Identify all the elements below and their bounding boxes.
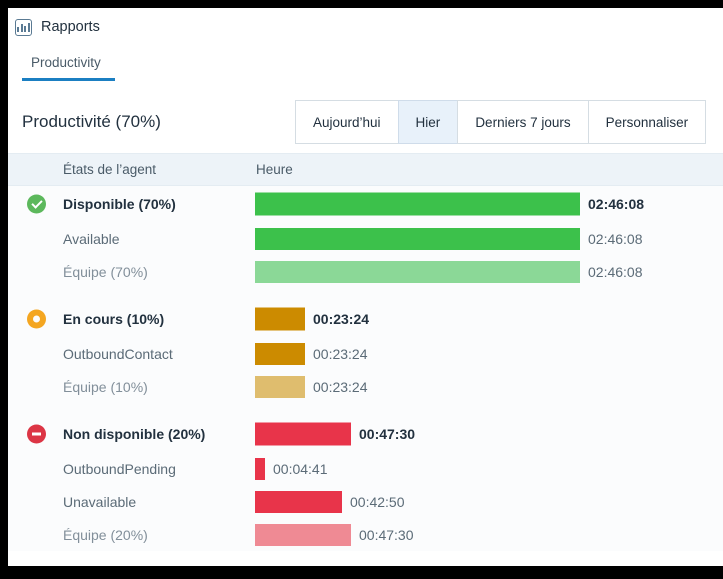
table-row[interactable]: Équipe (10%) 00:23:24	[8, 370, 723, 403]
duration-bar[interactable]	[255, 422, 351, 446]
duration-value: 00:23:24	[313, 311, 370, 327]
state-label: Non disponible (20%)	[63, 426, 206, 442]
table-row[interactable]: Équipe (20%) 00:47:30	[8, 518, 723, 551]
state-label: Équipe (10%)	[63, 378, 148, 395]
column-header-agent-states[interactable]: États de l’agent	[63, 162, 156, 177]
range-button-custom[interactable]: Personnaliser	[587, 100, 707, 144]
duration-bar[interactable]	[255, 192, 580, 216]
duration-value: 02:46:08	[588, 263, 643, 280]
app-header: Rapports	[8, 8, 723, 46]
state-label: OutboundPending	[63, 460, 176, 477]
ring-circle-icon	[27, 309, 46, 329]
table-row[interactable]: En cours (10%) 00:23:24	[8, 301, 723, 337]
duration-value: 00:47:30	[359, 426, 416, 442]
duration-value: 00:23:24	[313, 345, 368, 362]
state-label: Unavailable	[63, 493, 137, 510]
window-frame: Rapports Productivity Productivité (70%)…	[0, 0, 723, 579]
duration-bar[interactable]	[255, 375, 305, 398]
state-label: Available	[63, 230, 120, 247]
duration-bar[interactable]	[255, 227, 580, 250]
table-row[interactable]: Non disponible (20%) 00:47:30	[8, 416, 723, 452]
state-label: En cours (10%)	[63, 311, 165, 327]
bar-chart-icon	[15, 18, 32, 36]
table-row[interactable]: Disponible (70%) 02:46:08	[8, 186, 723, 222]
duration-bar[interactable]	[255, 490, 342, 513]
table-row[interactable]: Équipe (70%) 02:46:08	[8, 255, 723, 288]
duration-bar[interactable]	[255, 523, 351, 546]
state-label: Équipe (70%)	[63, 263, 148, 280]
state-label: Équipe (20%)	[63, 526, 148, 543]
check-circle-icon	[27, 194, 46, 214]
deny-circle-icon	[27, 424, 46, 444]
column-header-time[interactable]: Heure	[256, 162, 293, 177]
tab-productivity-label: Productivity	[31, 55, 101, 70]
duration-value: 00:42:50	[350, 493, 405, 510]
range-button-yesterday[interactable]: Hier	[397, 100, 459, 144]
table-body: Disponible (70%) 02:46:08 Available 02:46:0…	[8, 186, 723, 551]
duration-value: 00:04:41	[273, 460, 328, 477]
table-row[interactable]: Unavailable 00:42:50	[8, 485, 723, 518]
report-viewport: Rapports Productivity Productivité (70%)…	[8, 8, 723, 566]
date-range-selector: Aujourd’hui Hier Derniers 7 jours Person…	[295, 100, 707, 144]
table-row[interactable]: Available 02:46:08	[8, 222, 723, 255]
page-title: Productivité (70%)	[22, 112, 161, 131]
duration-bar[interactable]	[255, 457, 265, 480]
duration-bar[interactable]	[255, 307, 305, 331]
state-label: Disponible (70%)	[63, 196, 176, 212]
duration-bar[interactable]	[255, 342, 305, 365]
duration-value: 02:46:08	[588, 196, 645, 212]
table-header: États de l’agent Heure	[8, 153, 723, 186]
report-title-row: Productivité (70%) Aujourd’hui Hier Dern…	[8, 91, 723, 153]
range-button-today[interactable]: Aujourd’hui	[295, 100, 399, 144]
duration-value: 02:46:08	[588, 230, 643, 247]
state-label: OutboundContact	[63, 345, 173, 362]
table-row[interactable]: OutboundPending 00:04:41	[8, 452, 723, 485]
app-title: Rapports	[41, 19, 100, 35]
table-row[interactable]: OutboundContact 00:23:24	[8, 337, 723, 370]
tab-bar: Productivity	[8, 46, 723, 91]
duration-value: 00:23:24	[313, 378, 368, 395]
range-button-last7days[interactable]: Derniers 7 jours	[457, 100, 589, 144]
duration-value: 00:47:30	[359, 526, 414, 543]
tab-productivity[interactable]: Productivity	[22, 46, 115, 81]
duration-bar[interactable]	[255, 260, 580, 283]
